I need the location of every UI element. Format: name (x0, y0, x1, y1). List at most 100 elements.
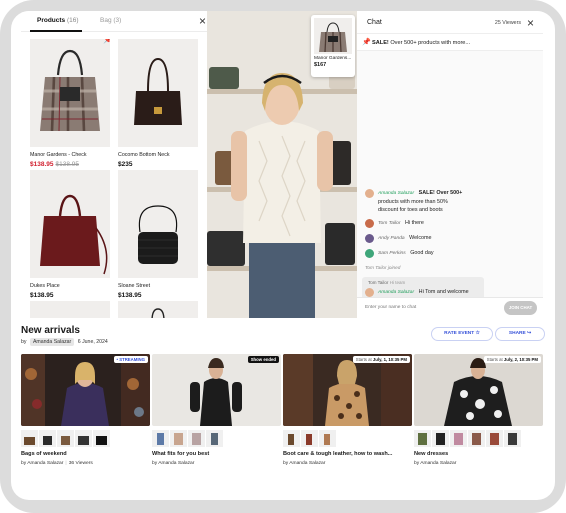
product-price: $138.95 (30, 292, 54, 299)
product-image (118, 39, 198, 147)
show-ended-badge: Show ended (247, 356, 279, 363)
event-product-thumbs (283, 430, 412, 447)
product-price: $138.95 (118, 292, 142, 299)
tablet-frame: Products (16) Bag (3) × 📌 Manor Gardens … (0, 0, 566, 513)
product-thumb[interactable] (170, 430, 187, 447)
product-image (30, 170, 110, 278)
product-thumb[interactable] (468, 430, 485, 447)
event-card[interactable]: Starts at July, 2, 10:35 PM New dresses … (414, 354, 543, 466)
product-thumb[interactable] (39, 430, 56, 447)
join-chat-button[interactable]: JOIN CHAT (504, 301, 537, 315)
product-thumb[interactable] (283, 430, 300, 447)
event-title: Bags of weekend (21, 451, 67, 457)
product-thumb[interactable] (188, 430, 205, 447)
event-meta: by Amanda Salazar (152, 461, 195, 466)
chat-message: Andy Panda Welcome (365, 234, 432, 243)
product-thumb[interactable] (450, 430, 467, 447)
product-image (118, 301, 198, 318)
product-thumb[interactable] (319, 430, 336, 447)
avatar (365, 288, 374, 297)
tab-bag[interactable]: Bag (3) (100, 17, 121, 24)
share-button[interactable]: SHARE ↪ (495, 327, 545, 341)
start-time-badge: Starts at July, 1, 10:35 PM (352, 356, 410, 363)
product-thumb[interactable] (432, 430, 449, 447)
rate-event-button[interactable]: RATE EVENT ☆ (431, 327, 493, 341)
event-title: What fits for you best (152, 451, 210, 457)
event-meta: by Amanda Salazar (414, 461, 457, 466)
product-thumb[interactable] (57, 430, 74, 447)
product-thumb[interactable] (301, 430, 318, 447)
event-card[interactable]: • STREAMING Bags of weekend by Amanda Sa… (21, 354, 150, 466)
event-title: Boot care & tough leather, how to wash..… (283, 451, 393, 457)
event-image: Show ended (152, 354, 281, 426)
viewer-count: 25 Viewers (494, 20, 521, 26)
chat-messages: Amanda Salazar SALE! Over 500+ products … (357, 51, 543, 302)
chat-message: Tom Tailor Hi there (365, 219, 424, 228)
app-screen: Products (16) Bag (3) × 📌 Manor Gardens … (11, 11, 555, 500)
start-time-badge: Starts at July, 2, 10:35 PM (483, 356, 541, 363)
product-card[interactable]: 📌 Manor Gardens - Check $138.95 $138.95 (30, 39, 110, 168)
pinned-message[interactable]: 📌 SALE! Over 500+ products with more... (357, 33, 543, 51)
product-card[interactable] (30, 301, 110, 318)
streaming-badge: • STREAMING (113, 356, 148, 363)
event-title: New dresses (414, 451, 449, 457)
close-icon[interactable]: × (527, 17, 534, 29)
product-thumb[interactable] (504, 430, 521, 447)
event-meta: by Amanda Salazar | 36 Viewers (21, 461, 93, 466)
active-tab-indicator (30, 30, 82, 32)
product-name: Manor Gardens - Check (30, 152, 87, 158)
product-thumb[interactable] (93, 430, 110, 447)
event-meta: by Amanda Salazar (283, 461, 326, 466)
products-panel: Products (16) Bag (3) × 📌 Manor Gardens … (21, 11, 207, 318)
product-thumb[interactable] (206, 430, 223, 447)
chat-message: Sam Perkins Good day (365, 249, 434, 258)
event-image: Starts at July, 1, 10:35 PM (283, 354, 412, 426)
product-thumb[interactable] (486, 430, 503, 447)
product-card[interactable] (118, 301, 198, 318)
star-icon: ☆ (475, 331, 480, 336)
product-thumb[interactable] (21, 430, 38, 447)
event-card[interactable]: Show ended What fits for you best by Ama… (152, 354, 281, 466)
product-price: $235 (118, 161, 133, 168)
chat-message: Amanda Salazar SALE! Over 500+ products … (365, 189, 462, 214)
quoted-message: Tom Tailor Hi team (368, 280, 406, 285)
section-title: New arrivals (21, 325, 80, 336)
featured-product-name: Manor Gardens... (314, 56, 352, 61)
product-name: Dukes Place (30, 283, 60, 289)
avatar (365, 249, 374, 258)
event-image: Starts at July, 2, 10:35 PM (414, 354, 543, 426)
event-image: • STREAMING (21, 354, 150, 426)
live-video[interactable]: Manor Gardens... $167 (207, 11, 357, 318)
author-chip[interactable]: Amanda Salazar (29, 338, 75, 346)
product-grid: 📌 Manor Gardens - Check $138.95 $138.95 C… (21, 35, 207, 318)
event-product-thumbs (21, 430, 150, 447)
avatar (365, 219, 374, 228)
product-image (30, 301, 110, 318)
featured-product-popup[interactable]: Manor Gardens... $167 (311, 15, 355, 77)
pin-icon: 📌 (362, 39, 371, 46)
product-thumb[interactable] (152, 430, 169, 447)
chat-name-input[interactable]: Enter your name to chat (365, 305, 416, 310)
section-byline: by Amanda Salazar 6 June, 2024 (21, 338, 108, 346)
close-icon[interactable]: × (199, 15, 206, 27)
event-product-thumbs (152, 430, 281, 447)
product-image: 📌 (30, 39, 110, 147)
product-thumb[interactable] (414, 430, 431, 447)
pin-icon: 📌 (103, 39, 110, 44)
event-product-thumbs (414, 430, 543, 447)
chat-input-bar: Enter your name to chat JOIN CHAT (357, 297, 543, 318)
product-price: $138.95 $138.95 (30, 161, 79, 168)
product-name: Cocomo Bottom Neck (118, 152, 170, 158)
product-card[interactable]: Dukes Place $138.95 (30, 170, 110, 299)
product-thumb[interactable] (75, 430, 92, 447)
join-notice: Tom Tailor joined (365, 265, 401, 270)
chat-panel: Chat 25 Viewers × 📌 SALE! Over 500+ prod… (357, 11, 543, 318)
products-tabs: Products (16) Bag (3) × (21, 11, 207, 32)
tab-products[interactable]: Products (16) (37, 17, 79, 24)
featured-product-thumb (314, 18, 352, 54)
event-card[interactable]: Starts at July, 1, 10:35 PM Boot care & … (283, 354, 412, 466)
product-card[interactable]: Sloane Street $138.95 (118, 170, 198, 299)
avatar (365, 234, 374, 243)
product-card[interactable]: Cocomo Bottom Neck $235 (118, 39, 198, 168)
avatar (365, 189, 374, 198)
